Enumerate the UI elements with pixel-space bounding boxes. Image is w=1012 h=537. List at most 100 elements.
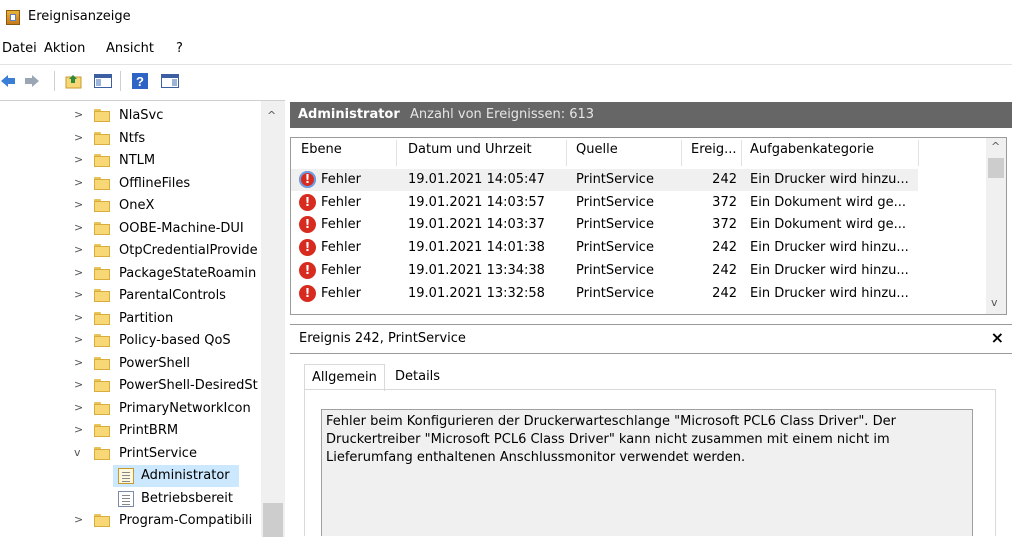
tree-scrollbar[interactable]: ^ [261,101,285,537]
up-folder-button[interactable] [64,71,84,91]
close-icon[interactable]: × [991,328,1004,347]
chevron-right-icon[interactable]: > [74,311,84,324]
tree-item[interactable]: > Ntfs [0,128,262,150]
folder-icon [94,199,110,212]
forward-button[interactable] [24,71,44,91]
tree-item[interactable]: > OOBE-Machine-DUI [0,218,262,240]
show-hide-tree-button[interactable] [93,71,113,91]
log-header: Administrator Anzahl von Ereignissen: 61… [290,102,1012,128]
action-pane-icon [161,74,179,88]
event-row[interactable]: Fehler 19.01.2021 13:34:38 PrintService 242… [291,260,986,282]
title-bar: Ereignisanzeige [0,0,1012,34]
chevron-right-icon[interactable]: > [74,176,84,189]
action-pane-button[interactable] [160,71,180,91]
tree-item-label: Administrator [141,468,230,483]
log-icon [118,490,134,507]
tree-item[interactable]: > PrintBRM [0,420,262,442]
back-button[interactable] [0,71,20,91]
tree-item[interactable]: > PrimaryNetworkIcon [0,398,262,420]
column-ebene[interactable]: Ebene [301,142,342,164]
chevron-right-icon[interactable]: > [74,356,84,369]
chevron-right-icon[interactable]: > [74,108,84,121]
menu-datei[interactable]: Datei [2,41,37,56]
tree-item-label: ParentalControls [119,288,226,303]
event-id: 242 [712,262,737,278]
tree-item[interactable]: > Program-Compatibili [0,510,262,532]
column-separator[interactable] [566,140,567,166]
column-separator[interactable] [741,140,742,166]
event-list-scrollbar[interactable]: ^ v [986,138,1006,314]
tree-item[interactable]: > ParentalControls [0,285,262,307]
toolbar: ? [0,64,1012,97]
back-arrow-icon [1,75,15,87]
tab-allgemein[interactable]: Allgemein [304,364,385,391]
tree-item[interactable]: Administrator [113,465,239,487]
scroll-down-icon[interactable]: v [991,296,998,309]
event-row[interactable]: Fehler 19.01.2021 14:05:47 PrintService 242… [291,169,918,191]
scroll-up-icon[interactable]: ^ [267,109,276,122]
tree-item[interactable]: v PrintService [0,443,262,465]
event-source: PrintService [576,262,654,278]
chevron-right-icon[interactable]: > [74,378,84,391]
tree-item[interactable]: > Policy-based QoS [0,330,262,352]
chevron-right-icon[interactable]: > [74,423,84,436]
help-button[interactable]: ? [130,71,150,91]
chevron-right-icon[interactable]: > [74,131,84,144]
event-row[interactable]: Fehler 19.01.2021 14:03:57 PrintService 372… [291,192,986,214]
column-separator[interactable] [918,140,919,166]
column-ereignis-id[interactable]: Ereig... [691,142,737,164]
menu-help[interactable]: ? [176,41,183,56]
chevron-right-icon[interactable]: > [74,513,84,526]
menu-aktion[interactable]: Aktion [44,41,85,56]
toolbar-separator [54,71,55,91]
chevron-right-icon[interactable]: > [74,198,84,211]
chevron-right-icon[interactable]: > [74,243,84,256]
folder-up-icon [65,75,82,89]
chevron-right-icon[interactable]: > [74,288,84,301]
tree-item[interactable]: > OfflineFiles [0,173,262,195]
menu-ansicht[interactable]: Ansicht [106,41,154,56]
event-row[interactable]: Fehler 19.01.2021 13:32:58 PrintService 242… [291,283,986,305]
tree-item[interactable]: > OtpCredentialProvide [0,240,262,262]
error-icon [299,284,316,302]
chevron-right-icon[interactable]: > [74,221,84,234]
column-separator[interactable] [681,140,682,166]
tree-item[interactable]: > NlaSvc [0,105,262,127]
tree-item-label: Partition [119,310,174,326]
chevron-down-icon[interactable]: v [74,446,84,459]
event-list: Ebene Datum und Uhrzeit Quelle Ereig... … [290,137,1007,315]
column-quelle[interactable]: Quelle [576,142,618,164]
event-level: Fehler [321,262,361,278]
error-icon [299,216,316,234]
folder-icon [94,311,110,325]
event-description-box[interactable]: Fehler beim Konfigurieren der Druckerwar… [321,409,973,536]
tree-item[interactable]: > PackageStateRoamin [0,263,262,285]
event-list-scroll-thumb[interactable] [988,158,1004,178]
tree-item[interactable]: > OneX [0,195,262,217]
tab-details[interactable]: Details [388,364,447,389]
event-row[interactable]: Fehler 19.01.2021 14:01:38 PrintService 242… [291,237,986,259]
scroll-up-icon[interactable]: ^ [991,140,1000,153]
column-datum[interactable]: Datum und Uhrzeit [408,142,532,164]
event-datetime: 19.01.2021 13:34:38 [408,262,545,278]
column-separator[interactable] [396,140,397,166]
tree-scroll-thumb[interactable] [263,503,283,537]
chevron-right-icon[interactable]: > [74,333,84,346]
event-row[interactable]: Fehler 19.01.2021 14:03:37 PrintService 372… [291,214,986,236]
tree-item[interactable]: > NTLM [0,150,262,172]
chevron-right-icon[interactable]: > [74,153,84,166]
chevron-right-icon[interactable]: > [74,266,84,279]
error-icon [299,239,316,257]
chevron-right-icon[interactable]: > [74,401,84,414]
help-icon: ? [132,73,148,89]
tree-item[interactable]: > Partition [0,308,262,330]
event-count: Anzahl von Ereignissen: 613 [410,107,595,122]
tree-item[interactable]: Betriebsbereit [0,488,262,510]
folder-icon [94,176,110,190]
svg-text:?: ? [136,74,144,89]
event-datetime: 19.01.2021 14:01:38 [408,240,545,256]
column-aufgabenkategorie[interactable]: Aufgabenkategorie [750,142,874,164]
tree-item[interactable]: > PowerShell [0,353,262,375]
tree-item[interactable]: > PowerShell-DesiredSt [0,375,262,397]
tree-item-label: PowerShell [119,355,191,371]
